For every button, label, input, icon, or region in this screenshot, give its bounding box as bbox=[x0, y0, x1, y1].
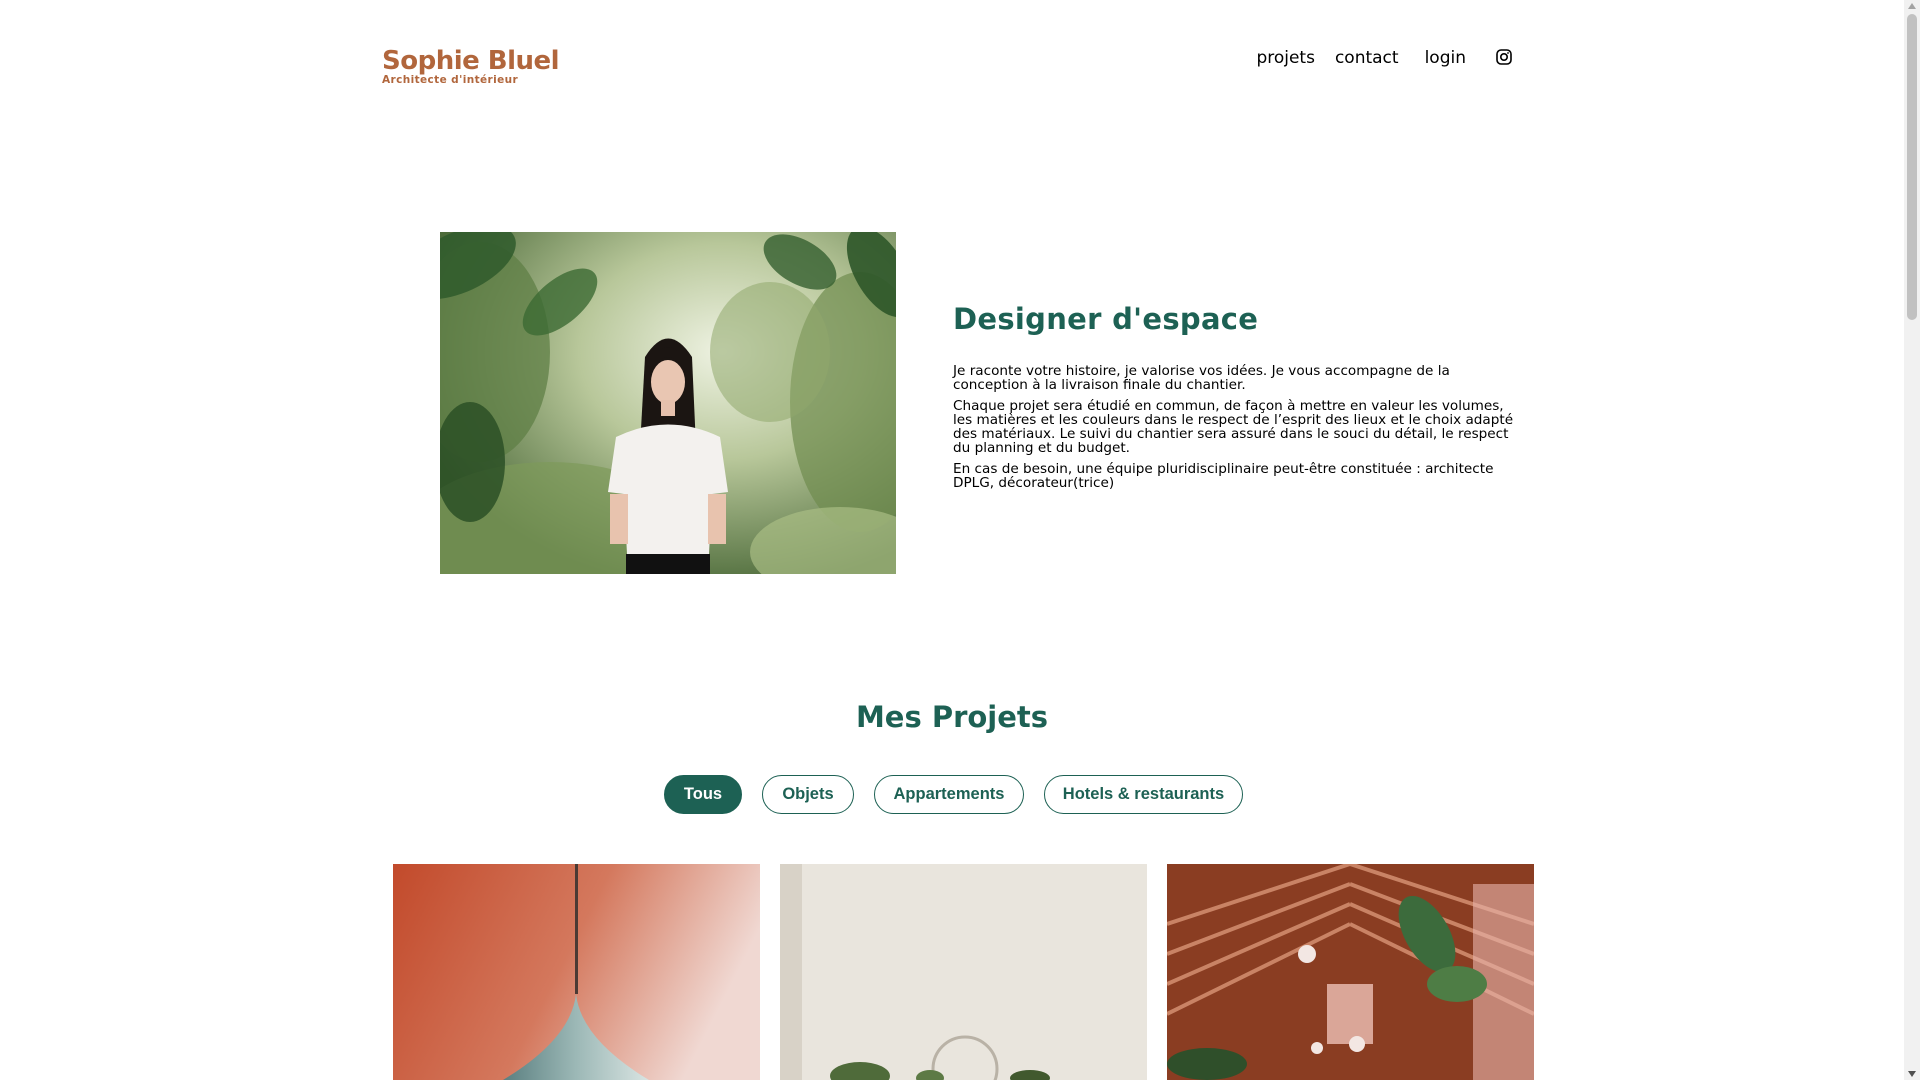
instagram-icon[interactable] bbox=[1496, 49, 1512, 65]
scroll-down-arrow-icon[interactable] bbox=[1908, 1071, 1916, 1077]
filter-hotels-restaurants[interactable]: Hotels & restaurants bbox=[1044, 775, 1243, 814]
logo[interactable]: Sophie Bluel Architecte d'intérieur bbox=[382, 46, 560, 86]
logo-title: Sophie Bluel bbox=[382, 46, 560, 76]
intro-text: Designer d'espace Je raconte votre histo… bbox=[953, 302, 1523, 497]
site-header: Sophie Bluel Architecte d'intérieur proj… bbox=[0, 0, 1904, 100]
filter-tous[interactable]: Tous bbox=[664, 775, 742, 814]
intro-title: Designer d'espace bbox=[953, 302, 1259, 336]
project-card-pendant-lamp[interactable] bbox=[393, 864, 760, 1080]
nav-projets[interactable]: projets bbox=[1256, 48, 1315, 68]
intro-paragraph: Je raconte votre histoire, je valorise v… bbox=[953, 363, 1450, 393]
vertical-scrollbar[interactable] bbox=[1904, 0, 1920, 1080]
filter-objets[interactable]: Objets bbox=[762, 775, 854, 814]
scroll-up-arrow-icon[interactable] bbox=[1908, 3, 1916, 9]
project-card-appartement[interactable] bbox=[780, 864, 1147, 1080]
nav-contact[interactable]: contact bbox=[1335, 48, 1399, 68]
designer-photo bbox=[440, 232, 896, 574]
scrollbar-thumb[interactable] bbox=[1907, 14, 1917, 320]
filter-bar: Tous Objets Appartements Hotels & restau… bbox=[664, 775, 1263, 814]
filter-appartements[interactable]: Appartements bbox=[874, 775, 1024, 814]
project-gallery bbox=[393, 864, 1534, 1080]
project-card-hotel-restaurant[interactable] bbox=[1167, 864, 1534, 1080]
intro-paragraph: En cas de besoin, une équipe pluridiscip… bbox=[953, 461, 1494, 491]
nav-login[interactable]: login bbox=[1425, 48, 1466, 68]
intro-paragraph: Chaque projet sera étudié en commun, de … bbox=[953, 398, 1514, 456]
projects-title: Mes Projets bbox=[855, 700, 1049, 734]
main-nav: projets contact login bbox=[1256, 48, 1512, 68]
